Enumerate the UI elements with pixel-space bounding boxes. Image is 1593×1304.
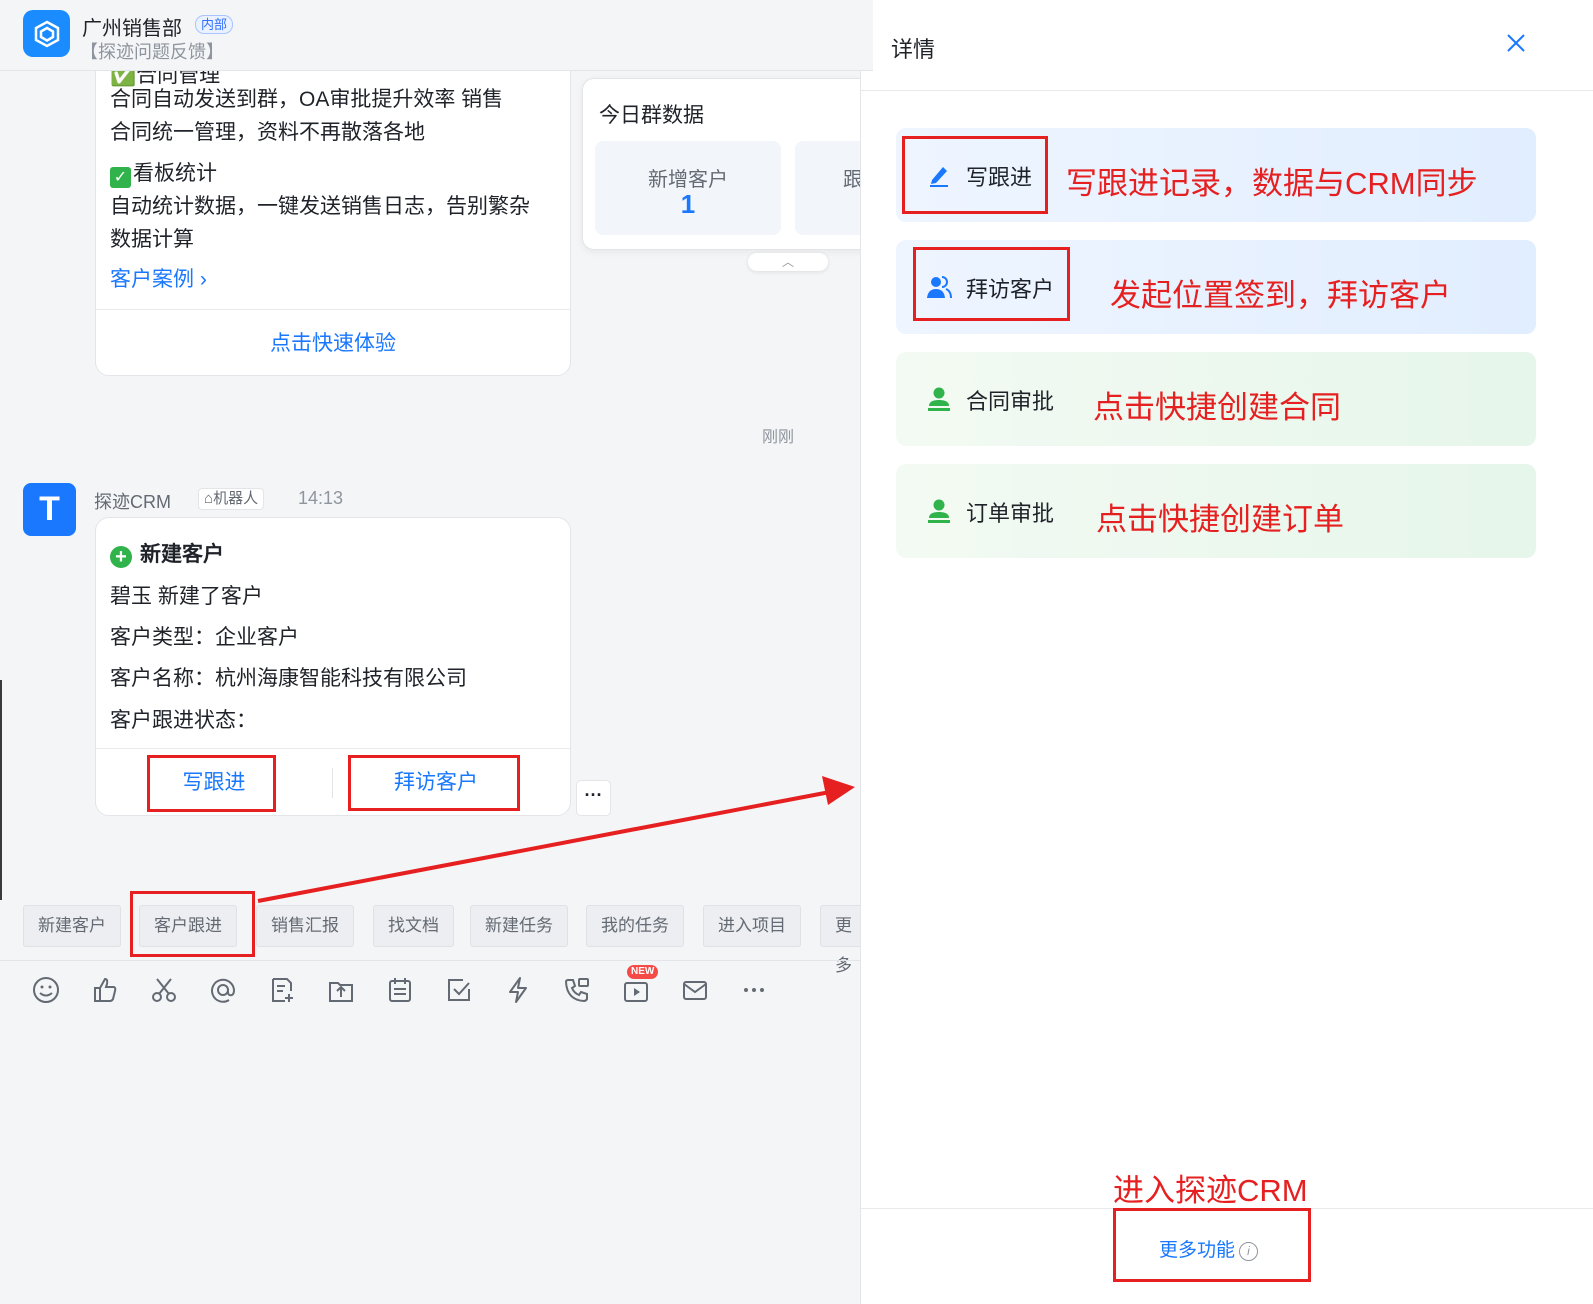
at-icon[interactable]: [208, 975, 238, 1005]
stats-title: 今日群数据: [599, 104, 704, 127]
stat-new-customers[interactable]: 新增客户 1: [595, 141, 781, 235]
pen-icon: [930, 167, 948, 187]
visit-customer-button[interactable]: 拜访客户: [351, 758, 521, 808]
cube-icon: [34, 20, 59, 47]
group-subtitle: 【探迹问题反馈】: [80, 42, 224, 62]
chip-my-tasks[interactable]: 我的任务: [586, 905, 684, 947]
action-contract-approval[interactable]: 合同审批 点击快捷创建合同: [896, 352, 1536, 446]
input-divider: [0, 960, 873, 961]
annotation-enter-crm: 进入探迹CRM: [1113, 1173, 1308, 1208]
close-icon[interactable]: [1501, 28, 1531, 58]
new-customer-card: + 新建客户 碧玉 新建了客户 客户类型：企业客户 客户名称：杭州海康智能科技有限…: [95, 517, 571, 816]
action-label: 拜访客户: [966, 277, 1055, 302]
card-title: + 新建客户: [110, 538, 224, 568]
group-name[interactable]: 广州销售部: [82, 12, 182, 41]
mail-icon[interactable]: [680, 975, 710, 1005]
users-icon: [927, 276, 952, 299]
chip-enter-project[interactable]: 进入项目: [703, 905, 801, 947]
annotation-note: 点击快捷创建合同: [1093, 390, 1341, 425]
chip-new-task[interactable]: 新建任务: [470, 905, 568, 947]
chip-customer-followup[interactable]: 客户跟进: [139, 905, 237, 947]
chat-header: 广州销售部 内部 【探迹问题反馈】: [0, 0, 873, 71]
divider: [861, 1208, 1593, 1209]
detail-panel: 详情 写跟进 写跟进记录，数据与CRM同步 拜访客户 发起位置签到，拜访客户 合…: [860, 0, 1593, 1304]
scissors-icon[interactable]: [149, 975, 179, 1005]
write-followup-button[interactable]: 写跟进: [151, 758, 277, 808]
feature-intro-card: ✅合同管理 合同自动发送到群，OA审批提升效率 销售 合同统一管理，资料不再散落…: [95, 40, 571, 376]
info-icon: i: [1239, 1242, 1259, 1261]
action-order-approval[interactable]: 订单审批 点击快捷创建订单: [896, 464, 1536, 558]
upload-icon[interactable]: [326, 975, 356, 1005]
action-label: 订单审批: [966, 501, 1055, 526]
panel-title: 详情: [891, 37, 936, 62]
card-section-title: ✓ 看板统计: [110, 157, 560, 190]
window-edge: [0, 680, 2, 900]
check-icon: ✓: [110, 167, 131, 188]
action-write-followup[interactable]: 写跟进 写跟进记录，数据与CRM同步: [896, 128, 1536, 222]
bot-avatar[interactable]: T: [23, 483, 76, 536]
thumbs-up-icon[interactable]: [90, 975, 120, 1005]
robot-icon: ⌂: [204, 490, 214, 507]
annotation-note: 点击快捷创建订单: [1096, 502, 1344, 537]
stamp-icon: [928, 387, 950, 411]
chip-sales-report[interactable]: 销售汇报: [256, 905, 354, 947]
stat-value: 1: [680, 189, 696, 219]
checkbox-icon[interactable]: [444, 975, 474, 1005]
card-text: 合同自动发送到群，OA审批提升效率 销售: [110, 88, 504, 111]
phone-icon[interactable]: [562, 975, 592, 1005]
action-visit-customer[interactable]: 拜访客户 发起位置签到，拜访客户: [896, 240, 1536, 334]
doc-add-icon[interactable]: [267, 975, 297, 1005]
card-text: 自动统计数据，一键发送销售日志，告别繁杂: [110, 195, 530, 218]
customer-case-link[interactable]: 客户案例 ›: [110, 263, 207, 293]
annotation-note: 发起位置签到，拜访客户: [1110, 278, 1451, 313]
divider: [96, 309, 570, 310]
more-icon[interactable]: [739, 975, 769, 1005]
button-separator: [332, 768, 333, 798]
divider: [861, 90, 1593, 91]
new-badge: NEW: [627, 965, 659, 979]
robot-tag: ⌂机器人: [198, 488, 265, 510]
chat-pane: ✅合同管理 合同自动发送到群，OA审批提升效率 销售 合同统一管理，资料不再散落…: [0, 0, 873, 1304]
internal-tag: 内部: [195, 15, 234, 34]
plus-circle-icon: +: [110, 546, 132, 568]
emoji-icon[interactable]: [31, 975, 61, 1005]
more-features-link[interactable]: 更多功能 i: [1159, 1235, 1259, 1262]
calendar-icon[interactable]: [385, 975, 415, 1005]
collapse-toggle[interactable]: ︿: [748, 253, 828, 271]
card-text: 碧玉 新建了客户: [110, 585, 263, 608]
more-options-button[interactable]: ···: [576, 780, 611, 816]
chevron-right-icon: ›: [199, 268, 207, 291]
action-label: 写跟进: [966, 165, 1033, 190]
chip-new-customer[interactable]: 新建客户: [23, 905, 121, 947]
message-timestamp: 刚刚: [762, 429, 795, 446]
stat-label: 新增客户: [648, 169, 728, 191]
group-avatar[interactable]: [23, 10, 70, 57]
lightning-icon[interactable]: [503, 975, 533, 1005]
bot-message-time: 14:13: [298, 488, 344, 508]
action-label: 合同审批: [966, 389, 1055, 414]
chevron-up-icon: ︿: [781, 255, 794, 269]
quick-try-link[interactable]: 点击快速体验: [96, 327, 570, 357]
divider: [96, 748, 570, 749]
annotation-note: 写跟进记录，数据与CRM同步: [1066, 166, 1478, 201]
video-icon[interactable]: [621, 975, 651, 1005]
card-text: 合同统一管理，资料不再散落各地: [110, 121, 425, 144]
group-stats-card: 今日群数据 新增客户 1 跟: [582, 78, 873, 250]
card-text: 客户名称：杭州海康智能科技有限公司: [110, 667, 467, 690]
card-text: 客户类型：企业客户: [110, 626, 299, 649]
bot-name[interactable]: 探迹CRM: [94, 488, 171, 514]
card-text: 客户跟进状态：: [110, 709, 257, 732]
stamp-icon: [928, 499, 950, 523]
chip-find-doc[interactable]: 找文档: [373, 905, 454, 947]
card-text: 数据计算: [110, 228, 194, 251]
